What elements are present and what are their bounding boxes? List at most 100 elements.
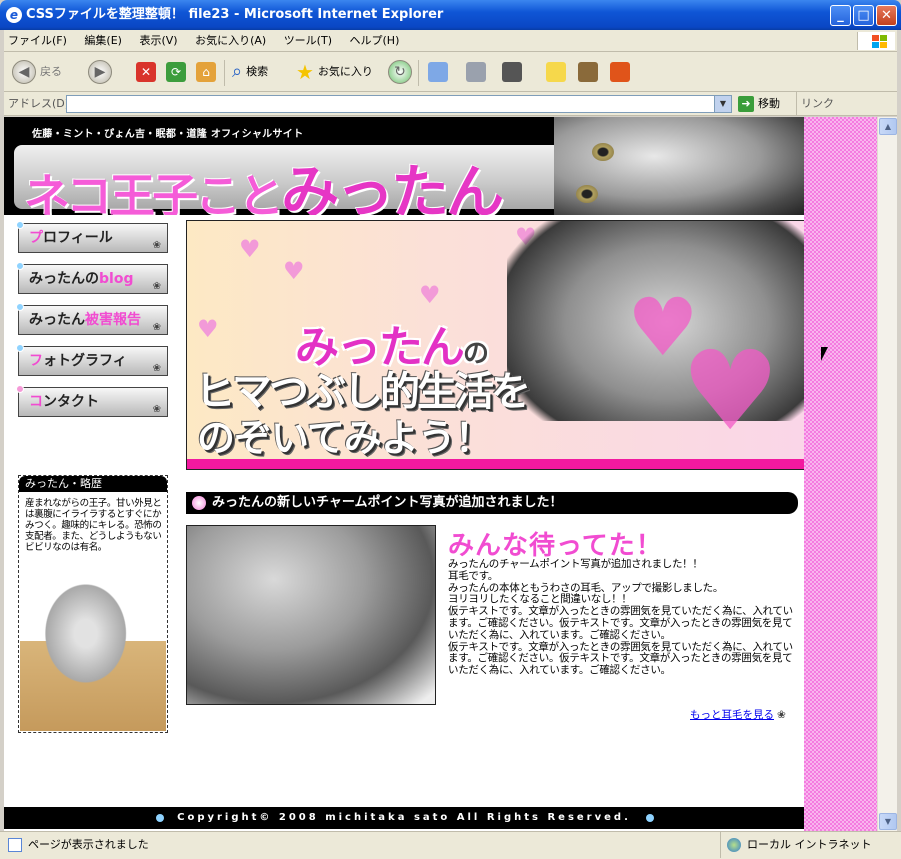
address-input[interactable] xyxy=(66,95,732,113)
nav-label: ロフィール xyxy=(43,230,113,246)
forward-arrow-icon: ▶ xyxy=(88,60,112,84)
messenger-icon xyxy=(610,62,630,82)
favorites-label: お気に入り xyxy=(317,65,373,78)
scroll-down-button[interactable]: ▼ xyxy=(879,813,897,830)
research-icon xyxy=(578,62,598,82)
status-bar: ページが表示されました ローカル イントラネット xyxy=(0,831,901,859)
menu-favorites[interactable]: お気に入り(A) xyxy=(195,34,266,47)
more-link-text: もっと耳毛を見る xyxy=(690,709,774,721)
go-arrow-icon: ➜ xyxy=(738,96,754,112)
zone-text: ローカル イントラネット xyxy=(747,838,872,851)
links-label[interactable]: リンク xyxy=(796,92,834,116)
nav-photography[interactable]: フォトグラフィ ❀ xyxy=(16,344,168,376)
copyright-text: Copyright© 2008 michitaka sato All Right… xyxy=(177,812,631,823)
ie-logo-icon: e xyxy=(6,7,22,23)
nav-label-hl: コ xyxy=(29,394,43,410)
discuss-button[interactable] xyxy=(546,58,566,86)
search-button[interactable]: ⌕ 検索 xyxy=(232,58,268,86)
windows-logo-icon xyxy=(857,32,895,50)
nav-label-hl: プ xyxy=(29,230,43,246)
menu-file[interactable]: ファイル(F) xyxy=(8,34,67,47)
menu-tools[interactable]: ツール(T) xyxy=(284,34,332,47)
back-arrow-icon: ◀ xyxy=(12,60,36,84)
site-header: 佐藤・ミント・ぴょん吉・眠都・道隆 オフィシャルサイト ネコ王子ことみったん xyxy=(4,117,804,215)
news-line: 仮テキストです。文章が入ったときの雰囲気を見ていただく為に、入れています。ご確認… xyxy=(448,640,793,677)
site-logo[interactable]: ネコ王子ことみったん xyxy=(24,145,504,215)
profile-box: みったん・略歴 産まれながらの王子。甘い外見とは裏腹にイライラするとすぐにかみつ… xyxy=(18,475,168,733)
menu-bar: ファイル(F) 編集(E) 表示(V) お気に入り(A) ツール(T) ヘルプ(… xyxy=(4,30,897,52)
intranet-globe-icon xyxy=(727,838,741,852)
history-button[interactable]: ↻ xyxy=(388,58,412,86)
search-label: 検索 xyxy=(246,65,269,78)
hero-heading-3: のぞいてみよう！ xyxy=(197,416,493,460)
address-bar: アドレス(D) ▼ ➜ 移動 リンク xyxy=(4,92,897,116)
maximize-button[interactable]: □ xyxy=(853,5,874,26)
nav-label-hl: 被害報告 xyxy=(85,312,141,328)
close-button[interactable]: ✕ xyxy=(876,5,897,26)
paw-icon: ❀ xyxy=(152,404,161,415)
news-heading: みったんの新しいチャームポイント写真が追加されました！ xyxy=(186,492,798,514)
heart-icon: ♥ xyxy=(419,281,441,309)
home-button[interactable]: ⌂ xyxy=(196,58,216,86)
toolbar: ◀ 戻る ▶ ✕ ⟳ ⌂ ⌕ 検索 ★ お気に入り ↻ xyxy=(4,52,897,92)
search-icon: ⌕ xyxy=(232,61,243,82)
nav-label: みったんの xyxy=(29,271,99,287)
site-title-name: みったん xyxy=(281,158,504,215)
print-button[interactable] xyxy=(466,58,486,86)
nav-label-hl: blog xyxy=(99,271,134,287)
favorites-button[interactable]: ★ お気に入り xyxy=(296,58,373,86)
go-label: 移動 xyxy=(758,97,780,110)
heart-icon: ♥ xyxy=(283,257,305,285)
nav-contact[interactable]: コンタクト ❀ xyxy=(16,385,168,417)
mail-button[interactable] xyxy=(428,58,448,86)
menu-view[interactable]: 表示(V) xyxy=(139,34,177,47)
paw-icon: ❀ xyxy=(777,709,786,721)
news-title: みんな待ってた！ xyxy=(448,531,663,561)
site-footer: Copyright© 2008 michitaka sato All Right… xyxy=(4,807,804,829)
refresh-button[interactable]: ⟳ xyxy=(166,58,186,86)
news-line: 耳毛です。 xyxy=(448,569,498,582)
nav-damage-report[interactable]: みったん被害報告 ❀ xyxy=(16,303,168,335)
site-subtitle: 佐藤・ミント・ぴょん吉・眠都・道隆 オフィシャルサイト xyxy=(32,129,304,140)
messenger-button[interactable] xyxy=(610,58,630,86)
back-label: 戻る xyxy=(40,65,62,78)
page-icon xyxy=(8,838,22,852)
note-icon xyxy=(546,62,566,82)
research-button[interactable] xyxy=(578,58,598,86)
home-icon: ⌂ xyxy=(196,62,216,82)
status-text: ページが表示されました xyxy=(28,838,149,851)
nav-label-hl: フ xyxy=(29,353,43,369)
go-button[interactable]: ➜ 移動 xyxy=(738,95,780,113)
nav-blog[interactable]: みったんのblog ❀ xyxy=(16,262,168,294)
news-line: 仮テキストです。文章が入ったときの雰囲気を見ていただく為に、入れています。ご確認… xyxy=(448,605,793,641)
paw-icon: ❀ xyxy=(152,240,161,251)
refresh-icon: ⟳ xyxy=(166,62,186,82)
forward-button[interactable]: ▶ xyxy=(88,58,112,86)
edit-icon xyxy=(502,62,522,82)
paw-icon: ❀ xyxy=(152,281,161,292)
back-button[interactable]: ◀ 戻る xyxy=(12,58,62,86)
menu-edit[interactable]: 編集(E) xyxy=(84,34,122,47)
minimize-button[interactable]: _ xyxy=(830,5,851,26)
stop-button[interactable]: ✕ xyxy=(136,58,156,86)
gem-icon xyxy=(192,496,206,510)
news-cat-photo xyxy=(186,525,436,705)
chevron-down-icon[interactable]: ▼ xyxy=(714,95,732,113)
page-side-pattern xyxy=(804,117,877,831)
news-heading-text: みったんの新しいチャームポイント写真が追加されました！ xyxy=(212,495,563,510)
profile-text: 産まれながらの王子。甘い外見とは裏腹にイライラするとすぐにかみつく。趣味的にキレ… xyxy=(25,498,162,553)
edit-button[interactable] xyxy=(502,58,522,86)
heart-icon: ♥ xyxy=(197,315,219,343)
menu-help[interactable]: ヘルプ(H) xyxy=(350,34,400,47)
scroll-up-button[interactable]: ▲ xyxy=(879,118,897,135)
hero-banner: ♥ ♥ ♥ ♥ ♥ ♥ ♥ みったんの ヒマつぶし的生活を のぞいてみよう！ xyxy=(186,220,806,470)
news-body: みったんのチャームポイント写真が追加されました！！ 耳毛です。 みったんの本体と… xyxy=(448,558,798,677)
history-icon: ↻ xyxy=(388,60,412,84)
heart-icon: ♥ xyxy=(239,235,261,263)
paw-icon: ❀ xyxy=(152,322,161,333)
more-ear-hair-link[interactable]: もっと耳毛を見る ❀ xyxy=(690,707,786,722)
nav-label: ォトグラフィ xyxy=(43,353,127,369)
vertical-scrollbar[interactable]: ▲ ▼ xyxy=(877,117,897,831)
nav-profile[interactable]: プロフィール ❀ xyxy=(16,221,168,253)
window-title: CSSファイルを整理整頓！ file23 - Microsoft Interne… xyxy=(26,7,444,22)
